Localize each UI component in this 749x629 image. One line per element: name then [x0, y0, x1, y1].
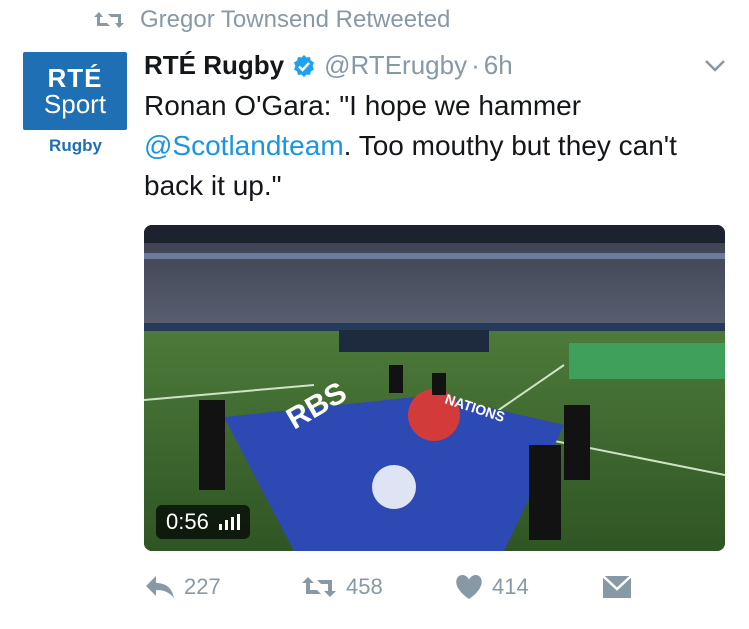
- direct-message-button[interactable]: [602, 574, 632, 600]
- tweet-text-part: Ronan O'Gara: "I hope we hammer: [144, 90, 582, 121]
- retweet-icon: [94, 12, 124, 28]
- direct-message-icon: [602, 575, 632, 598]
- logo-text-rugby: Rugby: [49, 136, 102, 155]
- reply-icon: [146, 576, 174, 598]
- rte-sport-logo: RTÉ Sport: [23, 52, 127, 130]
- reply-count: 227: [184, 574, 221, 599]
- like-icon: [456, 574, 482, 599]
- tweet-header: RTÉ Rugby @RTErugby · 6h: [144, 50, 513, 81]
- retweet-icon: [302, 577, 336, 597]
- retweet-button[interactable]: 458: [300, 574, 430, 600]
- video-player[interactable]: RBS NATIONS 0:56: [144, 225, 725, 551]
- logo-text-sport: Sport: [43, 89, 107, 119]
- like-button[interactable]: 414: [454, 574, 584, 600]
- author-display-name[interactable]: RTÉ Rugby: [144, 50, 284, 81]
- volume-bars-icon: [218, 514, 240, 530]
- video-duration: 0:56: [166, 509, 209, 534]
- retweet-context[interactable]: Gregor Townsend Retweeted: [92, 6, 450, 34]
- retweet-context-label: Gregor Townsend Retweeted: [140, 6, 451, 33]
- verified-badge-icon: [294, 54, 315, 77]
- logo-text-rte: RTÉ: [47, 63, 103, 93]
- retweet-count: 458: [346, 574, 383, 599]
- video-duration-badge: 0:56: [156, 505, 250, 539]
- avatar[interactable]: RTÉ Sport Rugby: [23, 52, 128, 157]
- separator-dot: ·: [471, 50, 480, 80]
- like-count: 414: [492, 574, 529, 599]
- reply-button[interactable]: 227: [144, 574, 264, 600]
- tweet-actions: 227 458 414: [144, 574, 632, 600]
- tweet-timestamp[interactable]: 6h: [484, 50, 513, 81]
- chevron-down-icon[interactable]: [703, 58, 727, 74]
- author-handle[interactable]: @RTErugby: [324, 50, 467, 81]
- mention-link[interactable]: @Scotlandteam: [144, 130, 344, 161]
- tweet-text: Ronan O'Gara: "I hope we hammer @Scotlan…: [144, 86, 734, 206]
- video-thumbnail: RBS NATIONS: [144, 225, 725, 551]
